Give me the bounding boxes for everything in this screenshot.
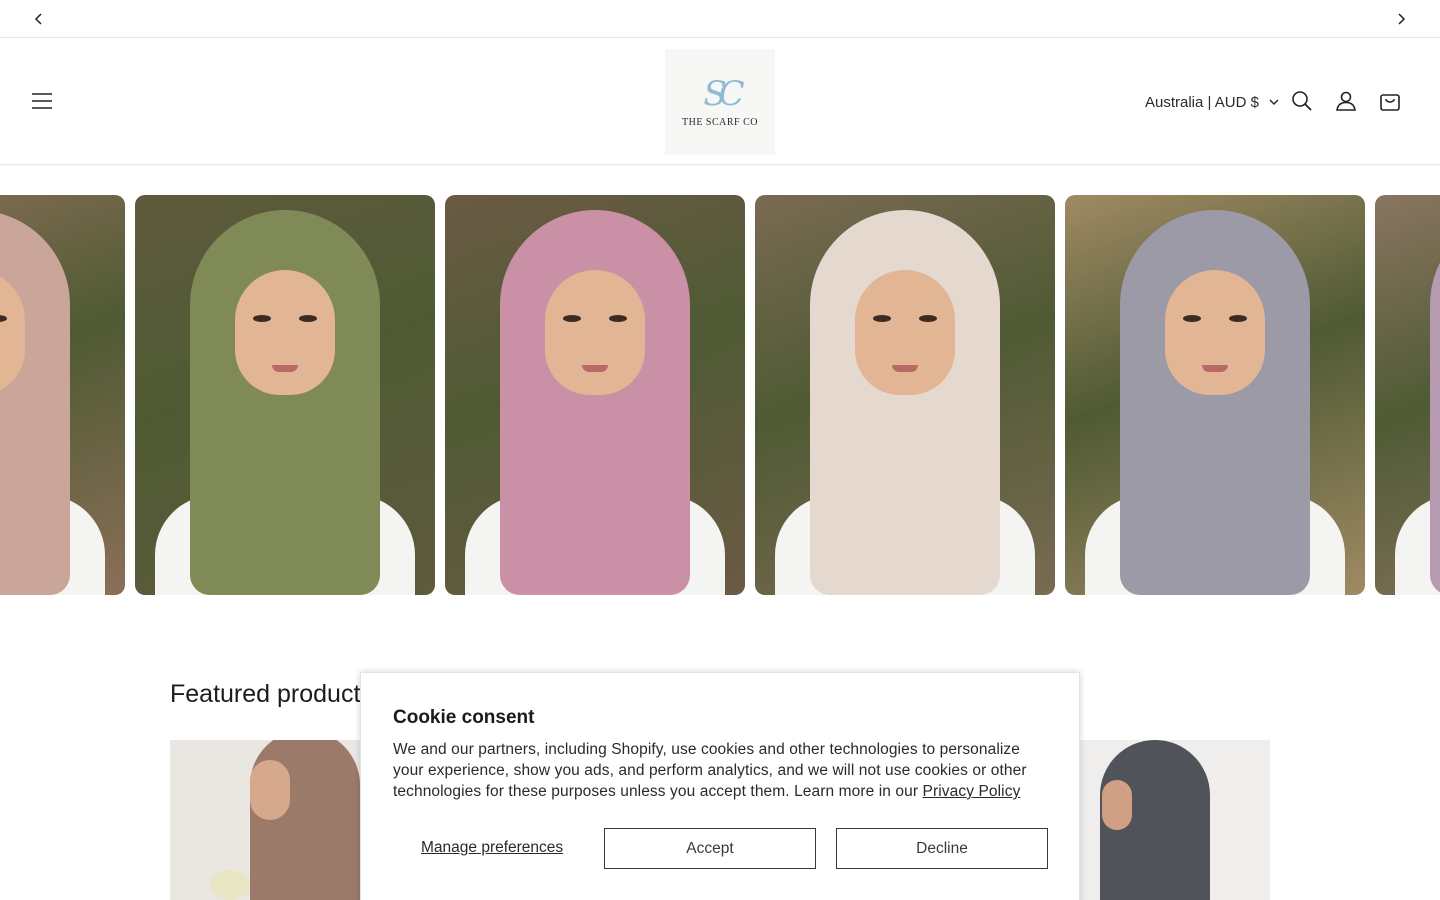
photo-eye (873, 315, 891, 322)
logo-monogram: SC (703, 73, 744, 114)
store-logo[interactable]: SC THE SCARF CO (665, 49, 775, 155)
image-gallery-strip (0, 195, 1440, 595)
photo-eye (253, 315, 271, 322)
accept-button[interactable]: Accept (604, 828, 816, 869)
photo-eye (563, 315, 581, 322)
photo-face (1165, 270, 1265, 395)
search-icon (1292, 91, 1312, 111)
logo-brand-name: THE SCARF CO (681, 116, 758, 128)
photo-mouth (272, 365, 298, 372)
account-button[interactable] (1333, 88, 1359, 114)
announcement-bar (0, 0, 1440, 38)
photo-face (235, 270, 335, 395)
country-currency-label: Australia | AUD $ (1145, 93, 1259, 111)
announcement-next-button[interactable] (1390, 8, 1412, 30)
product-photo-face (1102, 780, 1132, 830)
photo-mouth (582, 365, 608, 372)
product-photo-face (250, 760, 290, 820)
cookie-consent-title: Cookie consent (393, 707, 535, 728)
gallery-image[interactable] (755, 195, 1055, 595)
chevron-down-icon (1269, 99, 1279, 105)
menu-button[interactable] (28, 87, 56, 115)
privacy-policy-link[interactable]: Privacy Policy (923, 783, 1021, 800)
cookie-consent-text: We and our partners, including Shopify, … (393, 739, 1053, 802)
gallery-image[interactable] (1375, 195, 1440, 595)
account-icon (1336, 91, 1356, 111)
gallery-image[interactable] (1065, 195, 1365, 595)
site-header: SC THE SCARF CO Australia | AUD $ (0, 39, 1440, 165)
photo-face (855, 270, 955, 395)
photo-eye (1183, 315, 1201, 322)
announcement-prev-button[interactable] (28, 8, 50, 30)
featured-products-heading: Featured products (170, 680, 373, 708)
chevron-right-icon (1398, 13, 1406, 25)
photo-eye (1229, 315, 1247, 322)
manage-preferences-link[interactable]: Manage preferences (421, 839, 563, 857)
cookie-consent-dialog: Cookie consent We and our partners, incl… (360, 672, 1080, 900)
photo-hijab (810, 210, 1000, 595)
gallery-image[interactable] (445, 195, 745, 595)
hamburger-menu-icon (32, 93, 52, 109)
cart-icon (1380, 94, 1400, 111)
cart-button[interactable] (1377, 88, 1403, 114)
product-card-image[interactable] (170, 740, 370, 900)
photo-mouth (892, 365, 918, 372)
photo-eye (609, 315, 627, 322)
search-button[interactable] (1289, 88, 1315, 114)
gallery-image[interactable] (0, 195, 125, 595)
photo-eye (299, 315, 317, 322)
photo-hijab (1120, 210, 1310, 595)
photo-hijab (500, 210, 690, 595)
decline-button[interactable]: Decline (836, 828, 1048, 869)
photo-face (545, 270, 645, 395)
product-card-image[interactable] (1070, 740, 1270, 900)
photo-hijab (190, 210, 380, 595)
gallery-image[interactable] (135, 195, 435, 595)
photo-hijab (0, 210, 70, 595)
product-photo-floral (210, 870, 250, 900)
chevron-left-icon (34, 13, 42, 25)
country-currency-selector[interactable]: Australia | AUD $ (1145, 91, 1279, 113)
photo-mouth (1202, 365, 1228, 372)
photo-eye (919, 315, 937, 322)
